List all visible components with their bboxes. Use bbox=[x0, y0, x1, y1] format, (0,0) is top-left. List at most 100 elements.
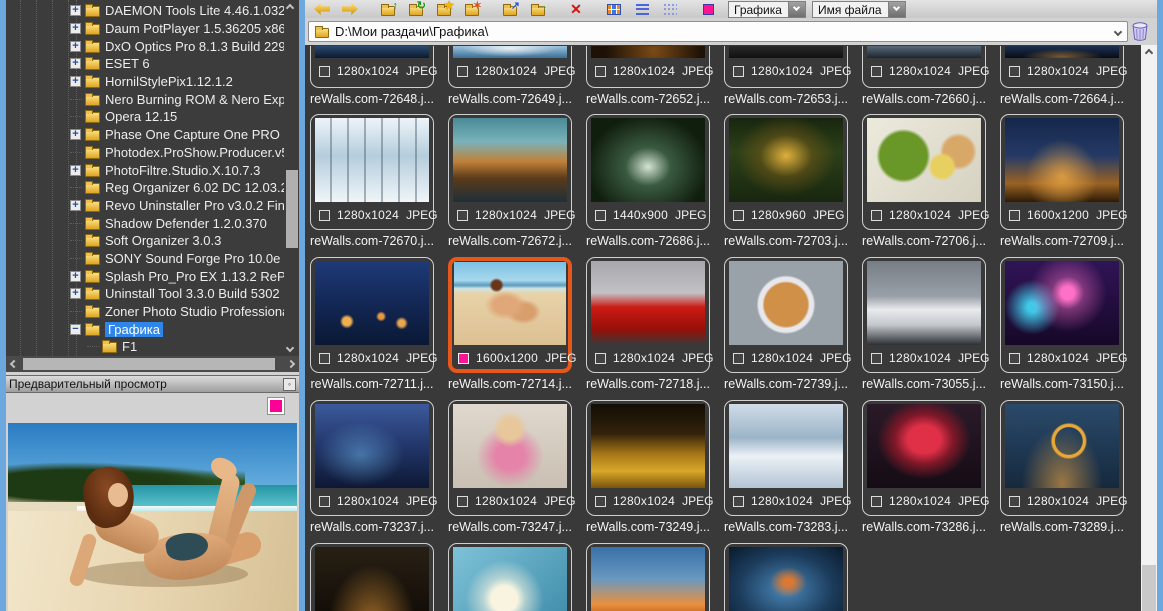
tree-item[interactable]: Photodex.ProShow.Producer.v5. bbox=[6, 144, 284, 162]
expand-plus-icon[interactable]: + bbox=[70, 288, 81, 300]
thumbnail-filename[interactable]: reWalls.com-72649.j... bbox=[444, 92, 576, 106]
thumbnail-image[interactable] bbox=[867, 261, 981, 345]
tree-item-label[interactable]: Графика bbox=[105, 321, 163, 337]
expand-plus-icon[interactable]: + bbox=[70, 23, 81, 35]
thumbnail-checkbox[interactable] bbox=[733, 65, 744, 77]
tree-item[interactable]: + Daum PotPlayer 1.5.36205 x86-x6 bbox=[6, 20, 284, 38]
expand-plus-icon[interactable]: + bbox=[70, 40, 81, 52]
thumbnail-image[interactable] bbox=[1005, 261, 1119, 345]
expand-plus-icon[interactable]: + bbox=[70, 58, 81, 70]
thumbnail-tile[interactable]: 1280x1024 JPEG bbox=[448, 400, 575, 516]
tree-item[interactable]: + Phase One Capture One PRO 6.4 bbox=[6, 126, 284, 144]
tree-item-label[interactable]: HornilStylePix1.12.1.2 bbox=[105, 74, 233, 89]
tree-horizontal-scrollbar[interactable] bbox=[6, 356, 299, 372]
thumbnail-checkbox[interactable] bbox=[457, 209, 468, 221]
thumbnail-checkbox[interactable] bbox=[871, 352, 882, 364]
thumbnail-tile[interactable]: 1440x900 JPEG bbox=[586, 114, 710, 230]
thumbnail-tile[interactable]: 1280x1024 JPEG bbox=[310, 400, 437, 516]
folder-refresh-button[interactable]: ↻ bbox=[404, 0, 428, 17]
thumbnail-tile[interactable]: 1280x1024 JPEG bbox=[862, 114, 989, 230]
delete-button[interactable]: ✕ bbox=[564, 1, 588, 17]
thumbnail-tile[interactable]: 1280x1024 JPEG bbox=[724, 46, 851, 88]
thumbnail-checkbox[interactable] bbox=[595, 65, 606, 77]
thumbnail-image[interactable] bbox=[591, 118, 705, 202]
thumbnail-tile[interactable]: 1280x1024 JPEG bbox=[862, 400, 989, 516]
thumbnail-image[interactable] bbox=[591, 46, 705, 58]
thumbnail-tile[interactable]: 1280x1024 JPEG bbox=[310, 114, 437, 230]
thumbnail-filename[interactable]: reWalls.com-72664.j... bbox=[996, 92, 1128, 106]
thumbnail-tile[interactable]: 1280x1024 JPEG bbox=[586, 46, 713, 88]
forward-button[interactable] bbox=[338, 1, 362, 17]
thumbnail-checkbox[interactable] bbox=[458, 352, 469, 364]
thumbnail-image[interactable] bbox=[729, 261, 843, 345]
thumbnail-checkbox[interactable] bbox=[319, 209, 330, 221]
expand-plus-icon[interactable]: + bbox=[70, 129, 81, 141]
thumbnail-tile[interactable] bbox=[448, 543, 572, 611]
tree-scroll-left-button[interactable] bbox=[6, 356, 22, 372]
thumbnail-tile[interactable]: 1280x1024 JPEG bbox=[724, 257, 851, 373]
chevron-down-icon[interactable] bbox=[887, 1, 905, 17]
thumbnail-checkbox[interactable] bbox=[871, 65, 882, 77]
tree-item-label[interactable]: Opera 12.15 bbox=[105, 109, 177, 124]
thumbnail-tile[interactable]: 1280x1024 JPEG bbox=[586, 400, 713, 516]
thumbnail-checkbox[interactable] bbox=[319, 65, 330, 77]
thumbnail-checkbox[interactable] bbox=[595, 352, 606, 364]
thumbnail-filename[interactable]: reWalls.com-72739.j... bbox=[720, 377, 852, 391]
expand-plus-icon[interactable]: + bbox=[70, 199, 81, 211]
thumbnail-tile[interactable]: 1280x1024 JPEG bbox=[586, 257, 713, 373]
thumbnail-checkbox[interactable] bbox=[319, 495, 330, 507]
thumbnail-checkbox[interactable] bbox=[595, 495, 606, 507]
thumbnail-filename[interactable]: reWalls.com-72706.j... bbox=[858, 234, 990, 248]
expand-plus-icon[interactable]: + bbox=[70, 76, 81, 88]
thumbnail-filename[interactable]: reWalls.com-72670.j... bbox=[306, 234, 438, 248]
tree-item[interactable]: F1 bbox=[6, 338, 284, 356]
collapse-minus-icon[interactable]: − bbox=[70, 323, 81, 335]
thumbnail-image[interactable] bbox=[315, 547, 429, 611]
tree-item-label[interactable]: Soft Organizer 3.0.3 bbox=[105, 233, 221, 248]
thumbnail-filename[interactable]: reWalls.com-73055.j... bbox=[858, 377, 990, 391]
thumbnail-checkbox[interactable] bbox=[457, 495, 468, 507]
tree-item[interactable]: − Графика bbox=[6, 320, 284, 338]
tree-item[interactable]: + HornilStylePix1.12.1.2 bbox=[6, 73, 284, 91]
address-input[interactable]: D:\Мои раздачи\Графика\ bbox=[308, 21, 1128, 42]
thumbnail-tile[interactable] bbox=[586, 543, 710, 611]
thumbnail-image[interactable] bbox=[1005, 46, 1119, 58]
tree-item-label[interactable]: Photodex.ProShow.Producer.v5. bbox=[105, 145, 284, 160]
thumbnail-checkbox[interactable] bbox=[733, 352, 744, 364]
thumbnail-image[interactable] bbox=[454, 262, 566, 345]
thumbnail-filename[interactable]: reWalls.com-73289.j... bbox=[996, 520, 1128, 534]
thumbnail-image[interactable] bbox=[453, 46, 567, 58]
thumbnail-tile[interactable]: 1600x1200 JPEG bbox=[448, 257, 576, 373]
thumbnail-image[interactable] bbox=[1005, 404, 1119, 488]
thumbnail-tile[interactable]: 1280x1024 JPEG bbox=[1000, 400, 1127, 516]
thumbnail-checkbox[interactable] bbox=[457, 65, 468, 77]
tree-item-label[interactable]: Shadow Defender 1.2.0.370 bbox=[105, 216, 267, 231]
tree-item-label[interactable]: ESET 6 bbox=[105, 56, 150, 71]
grid-vertical-scrollbar[interactable] bbox=[1141, 45, 1157, 611]
thumbnail-image[interactable] bbox=[315, 118, 429, 202]
thumbnail-image[interactable] bbox=[867, 404, 981, 488]
thumbnail-checkbox[interactable] bbox=[733, 495, 744, 507]
thumbnail-tile[interactable]: 1280x1024 JPEG bbox=[448, 114, 575, 230]
tree-item-label[interactable]: Reg Organizer 6.02 DC 12.03.2013 bbox=[105, 180, 284, 195]
thumbnail-tile[interactable]: 1280x1024 JPEG bbox=[724, 400, 851, 516]
thumbnail-checkbox[interactable] bbox=[871, 495, 882, 507]
grid-scroll-up-button[interactable] bbox=[1141, 45, 1157, 61]
preview-photo[interactable] bbox=[8, 423, 297, 611]
thumbnail-tile[interactable] bbox=[310, 543, 434, 611]
thumbnail-checkbox[interactable] bbox=[1009, 65, 1020, 77]
expand-plus-icon[interactable]: + bbox=[70, 5, 81, 17]
thumbnail-image[interactable] bbox=[729, 547, 843, 611]
tree-scroll-up-button[interactable] bbox=[282, 0, 298, 16]
thumbnail-image[interactable] bbox=[729, 404, 843, 488]
thumbnail-filename[interactable]: reWalls.com-72686.j... bbox=[582, 234, 714, 248]
address-dropdown-icon[interactable] bbox=[1113, 27, 1123, 36]
thumbnail-filename[interactable]: reWalls.com-73237.j... bbox=[306, 520, 438, 534]
thumbnail-filename[interactable]: reWalls.com-72711.j... bbox=[306, 377, 438, 391]
tree-vertical-scrollbar[interactable] bbox=[283, 0, 298, 356]
thumbnail-tile[interactable]: 1280x1024 JPEG bbox=[310, 257, 437, 373]
thumbnail-tile[interactable]: 1280x1024 JPEG bbox=[1000, 257, 1127, 373]
thumbnail-tile[interactable]: 1280x1024 JPEG bbox=[310, 46, 437, 88]
thumbnail-checkbox[interactable] bbox=[871, 209, 882, 221]
thumbnail-checkbox[interactable] bbox=[1009, 209, 1020, 221]
